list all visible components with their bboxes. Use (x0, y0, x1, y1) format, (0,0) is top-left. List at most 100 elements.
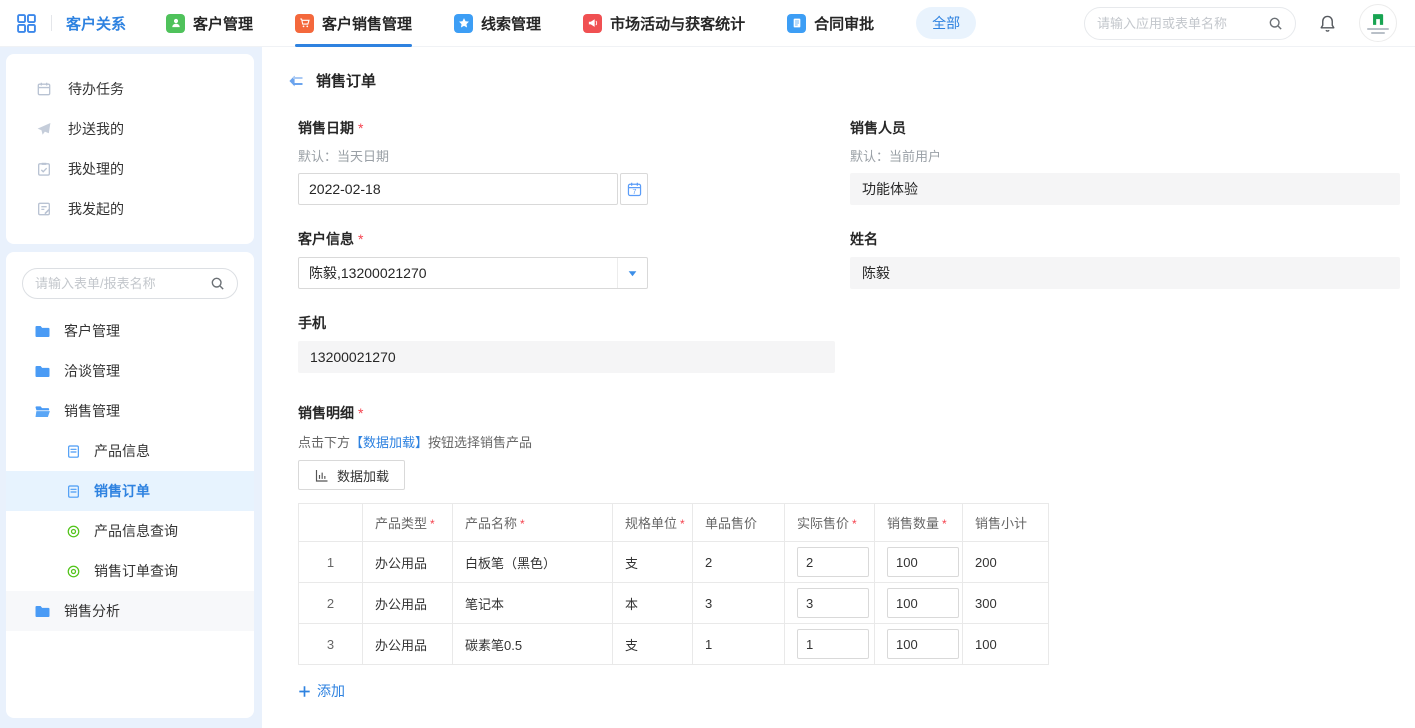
tree-item-7[interactable]: 销售订单查询 (6, 551, 254, 591)
actual-price-input[interactable] (797, 547, 869, 577)
col-header-label: 产品类型 (375, 516, 427, 531)
tree-item-3[interactable]: 销售管理 (6, 391, 254, 431)
doc-white-icon (787, 14, 806, 33)
detail-table-body: 1办公用品白板笔（黑色）支22002办公用品笔记本本33003办公用品碳素笔0.… (299, 542, 1049, 665)
tree-item-label: 洽谈管理 (64, 361, 120, 381)
customer-select[interactable]: 陈毅,13200021270 (298, 257, 648, 289)
chevron-down-icon (627, 268, 638, 279)
tree-item-1[interactable]: 客户管理 (6, 311, 254, 351)
folder-icon (34, 603, 51, 620)
main-header: 销售订单 (262, 47, 1415, 91)
megaphone-icon (583, 14, 602, 33)
global-search[interactable] (1084, 7, 1296, 40)
quantity-cell (875, 542, 963, 583)
app-tab-label: 市场活动与获客统计 (610, 13, 745, 34)
clipboard-check-icon (36, 161, 52, 177)
workspace-title[interactable]: 客户关系 (66, 13, 126, 34)
tree-item-5[interactable]: 销售订单 (6, 471, 254, 511)
quick-item-2[interactable]: 抄送我的 (6, 109, 254, 149)
quantity-input[interactable] (887, 629, 959, 659)
required-mark: * (358, 405, 363, 421)
tree-item-label: 销售订单查询 (94, 561, 178, 581)
actual-price-input[interactable] (797, 629, 869, 659)
col-header-label: 销售小计 (975, 516, 1027, 531)
add-row-button[interactable]: 添加 (298, 681, 345, 701)
col-header-label: 单品售价 (705, 516, 757, 531)
customer-select-value: 陈毅,13200021270 (299, 263, 617, 283)
app-tabs: 客户管理客户销售管理 线索管理 市场活动与获客统计 合同审批 (166, 0, 916, 47)
field-name: 姓名 陈毅 (850, 229, 1400, 289)
quick-item-3[interactable]: 我处理的 (6, 149, 254, 189)
salesperson-value: 功能体验 (850, 173, 1400, 205)
tree-item-4[interactable]: 产品信息 (6, 431, 254, 471)
app-tab-2[interactable]: 客户销售管理 (295, 0, 412, 47)
notification-bell-icon[interactable] (1318, 14, 1337, 33)
quantity-cell (875, 624, 963, 665)
app-tab-5[interactable]: 合同审批 (787, 0, 874, 47)
form-search-input[interactable] (35, 276, 210, 291)
quantity-input[interactable] (887, 588, 959, 618)
actual-price-cell (785, 624, 875, 665)
product-type-cell: 办公用品 (363, 542, 453, 583)
tree-item-8[interactable]: 销售分析 (6, 591, 254, 631)
spec-unit-cell: 支 (613, 542, 693, 583)
form-search[interactable] (22, 268, 238, 299)
quantity-input[interactable] (887, 547, 959, 577)
search-icon[interactable] (1268, 16, 1283, 31)
app-tab-4[interactable]: 市场活动与获客统计 (583, 0, 745, 47)
page-title: 销售订单 (316, 70, 376, 91)
col-header-4: 单品售价 (693, 504, 785, 542)
required-mark: * (852, 517, 857, 531)
doc-edit-icon (36, 201, 52, 217)
main-panel: 销售订单 销售日期 * 默认：当天日期 7 (262, 47, 1415, 728)
mobile-value: 13200021270 (298, 341, 835, 373)
field-label: 销售人员 (850, 118, 906, 138)
name-value: 陈毅 (850, 257, 1400, 289)
topbar-divider (51, 15, 52, 31)
field-mobile: 手机 13200021270 (298, 313, 835, 373)
tree-item-label: 客户管理 (64, 321, 120, 341)
field-hint: 默认：当天日期 (298, 146, 835, 165)
data-load-button[interactable]: 数据加载 (298, 460, 405, 490)
quick-item-4[interactable]: 我发起的 (6, 189, 254, 229)
tree-item-label: 产品信息查询 (94, 521, 178, 541)
field-label: 销售明细 (298, 403, 354, 423)
app-tab-label: 线索管理 (481, 13, 541, 34)
field-label: 客户信息 (298, 229, 354, 249)
back-icon[interactable] (286, 71, 306, 91)
add-row-label: 添加 (317, 681, 345, 701)
apps-grid-icon[interactable] (16, 13, 37, 34)
quick-item-1[interactable]: 待办任务 (6, 69, 254, 109)
cart-icon (295, 14, 314, 33)
required-mark: * (680, 517, 685, 531)
target-icon (66, 524, 81, 539)
actual-price-input[interactable] (797, 588, 869, 618)
required-mark: * (430, 517, 435, 531)
tree-item-6[interactable]: 产品信息查询 (6, 511, 254, 551)
col-header-label: 规格单位 (625, 516, 677, 531)
select-caret-zone[interactable] (617, 258, 647, 288)
field-label: 销售日期 (298, 118, 354, 138)
form-tree: 客户管理洽谈管理销售管理产品信息销售订单产品信息查询销售订单查询销售分析 (6, 311, 254, 631)
tree-item-label: 销售分析 (64, 601, 120, 621)
tree-item-label: 销售管理 (64, 401, 120, 421)
search-icon[interactable] (210, 276, 225, 291)
sale-date-input[interactable] (298, 173, 618, 205)
subtotal-cell: 300 (963, 583, 1049, 624)
global-search-input[interactable] (1097, 16, 1268, 31)
col-header-label: 销售数量 (887, 516, 939, 531)
unit-price-cell: 2 (693, 542, 785, 583)
product-name-cell: 笔记本 (453, 583, 613, 624)
org-logo[interactable] (1359, 4, 1397, 42)
hint-load-link[interactable]: 【数据加载】 (350, 435, 428, 450)
order-form: 销售日期 * 默认：当天日期 7 销售人员 (262, 91, 1415, 728)
sidebar: 待办任务抄送我的我处理的我发起的 客户管理洽谈管理销售管理产品信息销售订单产品信… (0, 47, 262, 728)
tree-item-2[interactable]: 洽谈管理 (6, 351, 254, 391)
person-icon (166, 14, 185, 33)
all-apps-button[interactable]: 全部 (916, 7, 976, 39)
date-picker-button[interactable]: 7 (620, 173, 648, 205)
col-header-6: 销售数量* (875, 504, 963, 542)
svg-text:7: 7 (632, 187, 636, 195)
app-tab-1[interactable]: 客户管理 (166, 0, 253, 47)
app-tab-3[interactable]: 线索管理 (454, 0, 541, 47)
